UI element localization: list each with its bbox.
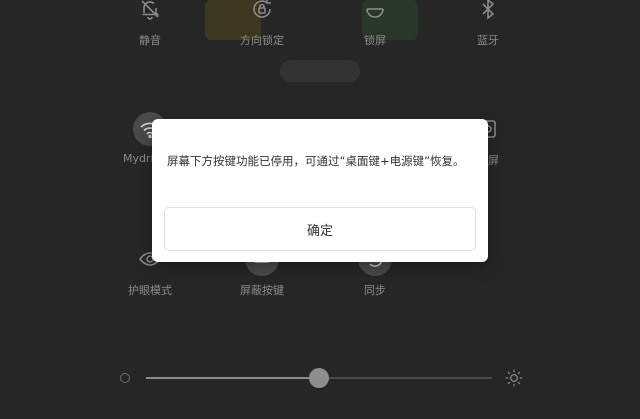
confirm-button[interactable]: 确定 [164,207,476,251]
keys-disabled-dialog: 屏幕下方按键功能已停用，可通过“桌面键+电源键”恢复。 确定 [152,119,488,262]
dialog-message: 屏幕下方按键功能已停用，可通过“桌面键+电源键”恢复。 [167,154,465,168]
